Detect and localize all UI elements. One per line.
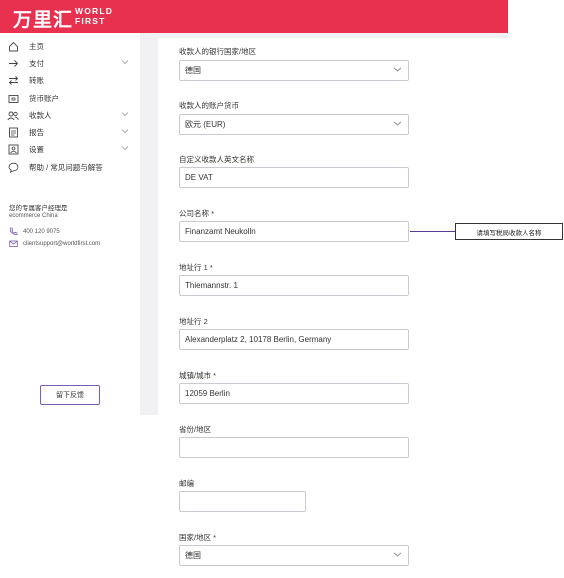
logo-word-2: FIRST (75, 15, 106, 26)
country-select[interactable]: 德国 (179, 545, 409, 566)
chevron-down-icon[interactable] (121, 58, 129, 67)
sidebar-item-home[interactable]: 主页 (7, 39, 132, 53)
phone-icon (9, 227, 19, 236)
currency-label: 收款人的账户货币 (179, 101, 239, 110)
city-label: 城镇/城市 * (179, 371, 217, 380)
sidebar-item-help[interactable]: 帮助 / 常见问题与解答 (7, 160, 132, 174)
nickname-input[interactable]: DE VAT (179, 167, 409, 188)
sidebar-item-label: 转账 (29, 75, 44, 85)
address-line2-input[interactable]: Alexanderplatz 2, 10178 Berlin, Germany (179, 329, 409, 350)
users-icon (7, 109, 19, 121)
annotation-callout: 请填写税局收款人名称 (455, 223, 563, 240)
sidebar-item-currency-accounts[interactable]: 货币账户 (7, 91, 132, 105)
sidebar-item-label: 支付 (29, 58, 44, 68)
account-manager-title: 您的专属客户经理是 (9, 205, 68, 212)
transfer-icon (7, 74, 19, 86)
sidebar-item-reports[interactable]: 报告 (7, 125, 132, 139)
address-line1-input[interactable]: Thiemannstr. 1 (179, 275, 409, 296)
feedback-button[interactable]: 留下反馈 (40, 385, 100, 405)
account-manager-name: ecommerce China (9, 213, 58, 219)
state-label: 省份/地区 (179, 425, 212, 434)
top-header: 万里汇 WORLD FIRST (0, 0, 508, 33)
state-input[interactable] (179, 437, 409, 458)
report-icon (7, 126, 19, 138)
sidebar-item-label: 帮助 / 常见问题与解答 (29, 162, 103, 172)
home-icon (7, 40, 19, 52)
chevron-down-icon (393, 120, 402, 129)
select-value: 德国 (185, 551, 201, 560)
sidebar-item-label: 收款人 (29, 110, 52, 120)
sidebar-item-payments[interactable]: 支付 (7, 56, 132, 70)
content-gutter (140, 33, 158, 415)
chevron-down-icon[interactable] (121, 144, 129, 153)
chevron-down-icon[interactable] (121, 110, 129, 119)
email-address: clientsupport@worldfirst.com (23, 241, 101, 247)
arrow-right-icon (7, 57, 19, 69)
help-icon (7, 161, 19, 173)
phone-number: 400 120 9075 (23, 228, 60, 235)
annotation-connector (410, 231, 455, 232)
select-value: 德国 (185, 66, 201, 75)
sidebar-item-settings[interactable]: 设置 (7, 142, 132, 156)
mail-icon (9, 240, 19, 248)
select-value: 欧元 (EUR) (185, 120, 226, 129)
wallet-icon (7, 92, 19, 104)
sidebar-item-label: 货币账户 (29, 93, 59, 103)
postcode-label: 邮编 (179, 479, 194, 488)
email-contact[interactable]: clientsupport@worldfirst.com (9, 240, 100, 248)
chevron-down-icon (393, 551, 402, 560)
sidebar-item-label: 报告 (29, 127, 44, 137)
sidebar-item-payees[interactable]: 收款人 (7, 108, 132, 122)
nickname-label: 自定义收款人英文名称 (179, 155, 254, 164)
settings-icon (7, 143, 19, 155)
logo-english: WORLD FIRST (75, 6, 113, 26)
city-input[interactable]: 12059 Berlin (179, 383, 409, 404)
sidebar-item-transfer[interactable]: 转账 (7, 73, 132, 87)
sidebar-item-label: 设置 (29, 144, 44, 154)
bank-country-label: 收款人的银行国家/地区 (179, 47, 257, 56)
sidebar-item-label: 主页 (29, 41, 44, 51)
address-line1-label: 地址行 1 * (179, 263, 213, 272)
country-label: 国家/地区 * (179, 533, 217, 542)
currency-select[interactable]: 欧元 (EUR) (179, 114, 409, 135)
logo-chinese: 万里汇 (13, 9, 74, 31)
phone-contact[interactable]: 400 120 9075 (9, 227, 60, 236)
bank-country-select[interactable]: 德国 (179, 60, 409, 81)
postcode-input[interactable] (179, 491, 306, 512)
company-name-input[interactable]: Finanzamt Neukolln (179, 221, 409, 242)
chevron-down-icon[interactable] (121, 127, 129, 136)
content-top-gutter (140, 33, 508, 38)
company-name-label: 公司名称 * (179, 209, 215, 218)
address-line2-label: 地址行 2 (179, 317, 208, 326)
chevron-down-icon (393, 66, 402, 75)
